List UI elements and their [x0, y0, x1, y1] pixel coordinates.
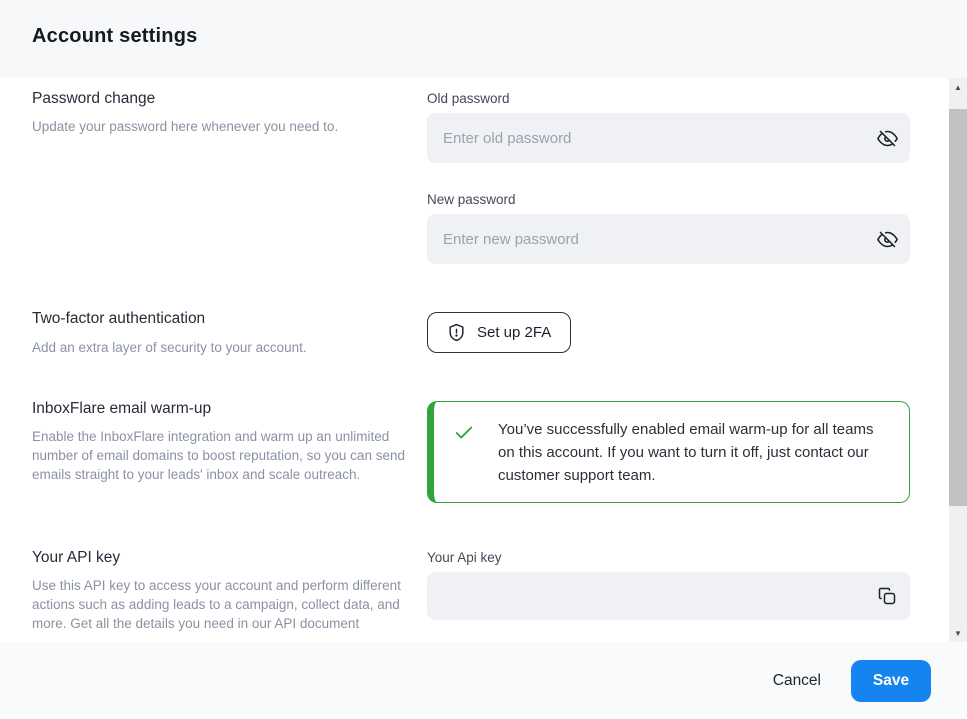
old-password-label: Old password: [427, 91, 510, 106]
two-factor-section-description: Add an extra layer of security to your a…: [32, 338, 412, 357]
warmup-section-description: Enable the InboxFlare integration and wa…: [32, 427, 408, 484]
warmup-success-alert-text: You’ve successfully enabled email warm-u…: [498, 419, 890, 487]
warmup-section-title: InboxFlare email warm-up: [32, 400, 211, 418]
account-settings-modal: Account settings Password change Update …: [0, 0, 967, 719]
warmup-success-alert: You’ve successfully enabled email warm-u…: [427, 401, 910, 503]
toggle-new-password-visibility-button[interactable]: [864, 214, 910, 264]
page-title: Account settings: [32, 25, 197, 48]
api-key-input[interactable]: [427, 572, 864, 620]
api-key-field-wrap: [427, 572, 910, 620]
old-password-field-wrap: [427, 113, 910, 163]
save-button[interactable]: Save: [851, 660, 931, 702]
scrollbar-up-arrow[interactable]: ▲: [949, 78, 967, 96]
api-key-field-label: Your Api key: [427, 550, 502, 565]
setup-2fa-button-label: Set up 2FA: [477, 324, 551, 341]
api-key-section-title: Your API key: [32, 549, 120, 567]
cancel-button[interactable]: Cancel: [773, 672, 821, 690]
modal-footer: Cancel Save: [0, 642, 967, 719]
scrollbar-thumb[interactable]: [949, 109, 967, 506]
new-password-field-wrap: [427, 214, 910, 264]
new-password-input[interactable]: [427, 214, 864, 264]
copy-api-key-button[interactable]: [864, 572, 910, 620]
eye-off-icon: [877, 229, 898, 250]
modal-header: Account settings: [0, 0, 967, 78]
check-icon: [453, 422, 475, 444]
eye-off-icon: [877, 128, 898, 149]
copy-icon: [877, 586, 897, 606]
setup-2fa-button[interactable]: Set up 2FA: [427, 312, 571, 353]
password-section-title: Password change: [32, 90, 155, 108]
old-password-input[interactable]: [427, 113, 864, 163]
toggle-old-password-visibility-button[interactable]: [864, 113, 910, 163]
shield-alert-icon: [447, 323, 466, 342]
api-key-section-description: Use this API key to access your account …: [32, 576, 410, 633]
scrollbar[interactable]: ▲ ▼: [949, 78, 967, 642]
scrollbar-down-arrow[interactable]: ▼: [949, 624, 967, 642]
password-section-description: Update your password here whenever you n…: [32, 117, 412, 136]
two-factor-section-title: Two-factor authentication: [32, 310, 205, 328]
new-password-label: New password: [427, 192, 516, 207]
